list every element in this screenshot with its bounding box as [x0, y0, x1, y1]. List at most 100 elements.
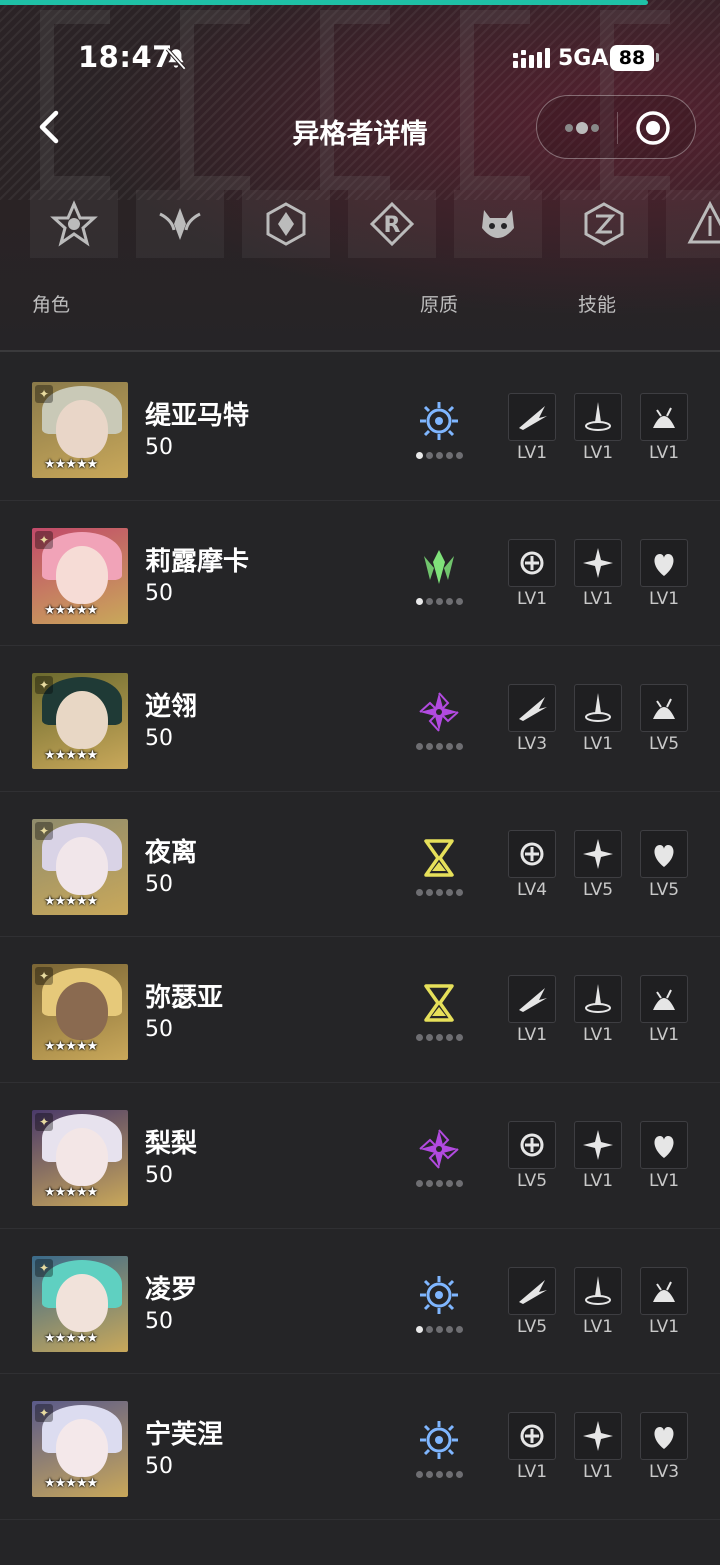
- skill-glyph-icon: [520, 1133, 544, 1157]
- faction-badge-icon: ✦: [35, 1404, 53, 1423]
- skill-glyph-icon: [583, 1421, 613, 1452]
- avatar-face: [56, 1127, 108, 1186]
- faction-tab-hex-emblem[interactable]: [560, 190, 648, 258]
- skill-icon[interactable]: [640, 1266, 688, 1315]
- element-purple-icon: [419, 1129, 459, 1169]
- nav-bar: 异格者详情: [0, 95, 720, 161]
- faction-tab-r-emblem[interactable]: R: [348, 190, 436, 258]
- character-row[interactable]: ✦ ★★★★★ 凌罗 50 LV5 LV1 LV1: [0, 1229, 720, 1375]
- character-avatar: ✦ ★★★★★: [32, 1255, 128, 1352]
- skill-icon[interactable]: [640, 1120, 688, 1169]
- skill-glyph-icon: [519, 988, 547, 1013]
- skill-glyph-icon: [654, 1427, 674, 1450]
- rarity-stars: ★★★★★: [44, 602, 98, 618]
- capsule-divider: [617, 112, 618, 144]
- skill-glyph-icon: [585, 1275, 611, 1305]
- faction-filter-bar: R: [30, 190, 720, 258]
- skill-icon[interactable]: [640, 829, 688, 878]
- skill-level: LV1: [516, 588, 548, 609]
- avatar-face: [56, 545, 108, 604]
- skill-level: LV1: [648, 588, 680, 609]
- skill-icon[interactable]: [574, 1266, 622, 1315]
- skill-icon[interactable]: [508, 538, 556, 587]
- skill-glyph-icon: [585, 402, 611, 431]
- skill-icon[interactable]: [574, 829, 622, 878]
- faction-r-emblem-icon: R: [369, 201, 415, 247]
- skill-icon[interactable]: [640, 538, 688, 587]
- skill-glyph-icon: [585, 984, 611, 1014]
- faction-badge-icon: ✦: [35, 676, 53, 695]
- avatar-face: [56, 1419, 108, 1478]
- character-avatar: ✦ ★★★★★: [32, 1401, 128, 1498]
- skill-level: LV1: [516, 1025, 548, 1046]
- skill-level: LV5: [582, 879, 614, 900]
- character-row[interactable]: ✦ ★★★★★ 缇亚马特 50 LV1 LV1 LV1: [0, 355, 720, 501]
- skill-icon[interactable]: [508, 829, 556, 878]
- skill-icon[interactable]: [508, 975, 556, 1024]
- avatar-face: [56, 691, 108, 750]
- character-row[interactable]: ✦ ★★★★★ 梨梨 50 LV5 LV1 LV1: [0, 1083, 720, 1229]
- quality-dot: [416, 1325, 423, 1333]
- quality-dot: [446, 597, 453, 605]
- skill-icon[interactable]: [574, 1120, 622, 1169]
- quality-dot: [456, 1325, 463, 1333]
- skill-icon[interactable]: [508, 1120, 556, 1169]
- column-header: 角色 原质 技能: [0, 290, 720, 320]
- more-dots-icon[interactable]: [557, 114, 607, 142]
- skill-level: LV1: [582, 443, 614, 463]
- skill-icon[interactable]: [508, 1412, 556, 1461]
- rarity-stars: ★★★★★: [44, 457, 98, 472]
- character-row[interactable]: ✦ ★★★★★ 弥瑟亚 50 LV1 LV1 LV1: [0, 937, 720, 1083]
- character-row[interactable]: ✦ ★★★★★ 逆翎 50 LV3 LV1 LV5: [0, 646, 720, 792]
- skill-icon[interactable]: [574, 975, 622, 1024]
- character-row[interactable]: ✦ ★★★★★ 莉露摩卡 50 LV1 LV1 LV1: [0, 501, 720, 647]
- rarity-stars: ★★★★★: [44, 1476, 98, 1492]
- skill-glyph-icon: [653, 698, 675, 720]
- skill-level: LV1: [648, 1025, 680, 1046]
- quality-dot: [456, 1034, 463, 1042]
- faction-tab-triangle-emblem[interactable]: [666, 190, 720, 258]
- skill-icon[interactable]: [640, 1412, 688, 1461]
- faction-tab-shield-emblem[interactable]: [242, 190, 330, 258]
- faction-tab-beast-emblem[interactable]: [454, 190, 542, 258]
- quality-dot: [456, 452, 463, 459]
- avatar-face: [56, 1273, 108, 1332]
- rarity-stars: ★★★★★: [44, 748, 98, 764]
- character-name: 逆翎: [145, 692, 198, 723]
- skill-icon[interactable]: [508, 684, 556, 733]
- skill-level: LV5: [648, 734, 680, 755]
- svg-text:R: R: [384, 213, 401, 238]
- skill-icon[interactable]: [508, 1266, 556, 1315]
- character-avatar: ✦ ★★★★★: [32, 1109, 128, 1206]
- faction-tab-star-emblem[interactable]: [30, 190, 118, 258]
- column-role: 角色: [32, 294, 71, 316]
- skill-icon[interactable]: [574, 684, 622, 733]
- character-level: 50: [145, 435, 173, 460]
- faction-shield-emblem-icon: [266, 202, 306, 246]
- skill-icon[interactable]: [640, 684, 688, 733]
- skill-glyph-icon: [653, 1281, 675, 1302]
- quality-dot: [446, 1325, 453, 1333]
- skill-glyph-icon: [520, 551, 544, 575]
- quality-dot: [436, 597, 443, 605]
- skill-icon[interactable]: [574, 538, 622, 587]
- character-row[interactable]: ✦ ★★★★★ 夜离 50 LV4 LV5 LV5: [0, 792, 720, 938]
- skill-icon[interactable]: [640, 975, 688, 1024]
- skill-icon[interactable]: [640, 393, 688, 441]
- skill-icon[interactable]: [508, 393, 556, 441]
- skill-icon[interactable]: [574, 1412, 622, 1461]
- signal-icon: [513, 48, 550, 68]
- faction-triangle-emblem-icon: [687, 200, 720, 244]
- character-row[interactable]: ✦ ★★★★★ 宁芙涅 50 LV1 LV1 LV3: [0, 1374, 720, 1520]
- avatar-face: [56, 982, 108, 1041]
- skill-icon[interactable]: [574, 393, 622, 441]
- faction-tab-winged-emblem[interactable]: [136, 190, 224, 258]
- element-yellow-icon: [424, 839, 454, 877]
- quality-dot: [416, 1179, 423, 1187]
- target-circle-icon[interactable]: [635, 110, 671, 146]
- avatar-face: [56, 836, 108, 895]
- quality-dot: [426, 1325, 433, 1333]
- quality-dot: [436, 1179, 443, 1187]
- character-name: 梨梨: [145, 1128, 198, 1159]
- character-avatar: ✦ ★★★★★: [32, 382, 128, 478]
